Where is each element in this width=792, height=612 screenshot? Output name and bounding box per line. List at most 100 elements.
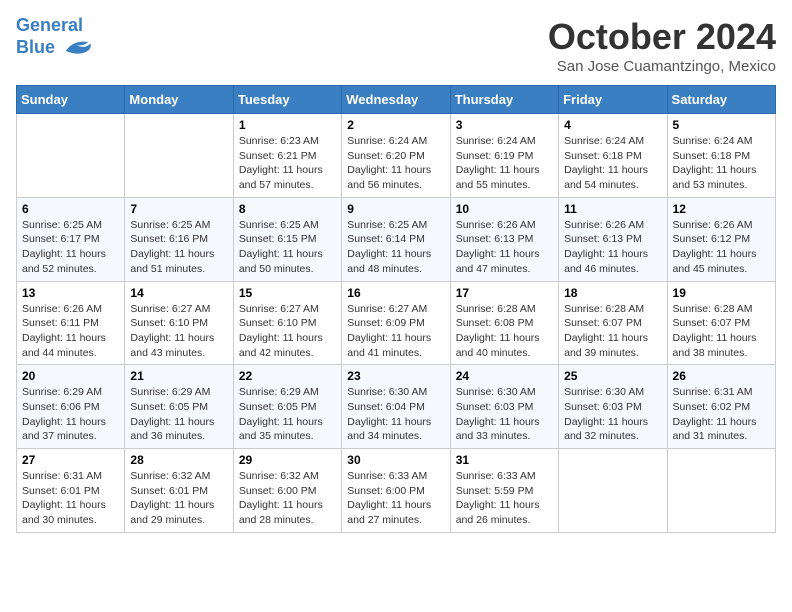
calendar-cell: 1 Sunrise: 6:23 AM Sunset: 6:21 PM Daylig… (233, 114, 341, 198)
day-number: 13 (22, 286, 119, 300)
week-row-1: 1 Sunrise: 6:23 AM Sunset: 6:21 PM Daylig… (17, 114, 776, 198)
calendar-cell: 17 Sunrise: 6:28 AM Sunset: 6:08 PM Dayli… (450, 281, 558, 365)
day-number: 27 (22, 453, 119, 467)
day-number: 31 (456, 453, 553, 467)
calendar-cell: 8 Sunrise: 6:25 AM Sunset: 6:15 PM Daylig… (233, 197, 341, 281)
calendar-cell: 24 Sunrise: 6:30 AM Sunset: 6:03 PM Dayli… (450, 365, 558, 449)
day-info: Sunrise: 6:28 AM Sunset: 6:07 PM Dayligh… (673, 302, 770, 361)
calendar-cell: 25 Sunrise: 6:30 AM Sunset: 6:03 PM Dayli… (559, 365, 667, 449)
header-row: SundayMondayTuesdayWednesdayThursdayFrid… (17, 86, 776, 114)
day-number: 1 (239, 118, 336, 132)
calendar-cell: 11 Sunrise: 6:26 AM Sunset: 6:13 PM Dayli… (559, 197, 667, 281)
day-number: 17 (456, 286, 553, 300)
day-info: Sunrise: 6:23 AM Sunset: 6:21 PM Dayligh… (239, 134, 336, 193)
calendar-cell: 28 Sunrise: 6:32 AM Sunset: 6:01 PM Dayli… (125, 449, 233, 533)
week-row-4: 20Sunrise: 6:29 AM Sunset: 6:06 PM Dayli… (17, 365, 776, 449)
day-number: 20 (22, 369, 119, 383)
logo-bird-icon (62, 36, 92, 60)
calendar-cell: 18Sunrise: 6:28 AM Sunset: 6:07 PM Dayli… (559, 281, 667, 365)
day-info: Sunrise: 6:27 AM Sunset: 6:10 PM Dayligh… (130, 302, 227, 361)
page-header: General Blue October 2024 San Jose Cuama… (16, 16, 776, 75)
day-info: Sunrise: 6:30 AM Sunset: 6:03 PM Dayligh… (564, 385, 661, 444)
day-info: Sunrise: 6:29 AM Sunset: 6:05 PM Dayligh… (130, 385, 227, 444)
day-number: 14 (130, 286, 227, 300)
day-number: 23 (347, 369, 444, 383)
logo: General Blue (16, 16, 92, 60)
calendar-cell: 6 Sunrise: 6:25 AM Sunset: 6:17 PM Daylig… (17, 197, 125, 281)
day-info: Sunrise: 6:26 AM Sunset: 6:13 PM Dayligh… (564, 218, 661, 277)
day-header-friday: Friday (559, 86, 667, 114)
day-number: 16 (347, 286, 444, 300)
day-header-sunday: Sunday (17, 86, 125, 114)
calendar-cell: 21 Sunrise: 6:29 AM Sunset: 6:05 PM Dayli… (125, 365, 233, 449)
day-info: Sunrise: 6:28 AM Sunset: 6:08 PM Dayligh… (456, 302, 553, 361)
calendar-cell (667, 449, 775, 533)
day-info: Sunrise: 6:25 AM Sunset: 6:16 PM Dayligh… (130, 218, 227, 277)
day-number: 5 (673, 118, 770, 132)
day-info: Sunrise: 6:31 AM Sunset: 6:01 PM Dayligh… (22, 469, 119, 528)
day-header-monday: Monday (125, 86, 233, 114)
day-info: Sunrise: 6:31 AM Sunset: 6:02 PM Dayligh… (673, 385, 770, 444)
day-info: Sunrise: 6:32 AM Sunset: 6:01 PM Dayligh… (130, 469, 227, 528)
day-info: Sunrise: 6:25 AM Sunset: 6:14 PM Dayligh… (347, 218, 444, 277)
calendar-cell: 31 Sunrise: 6:33 AM Sunset: 5:59 PM Dayli… (450, 449, 558, 533)
calendar-cell: 10 Sunrise: 6:26 AM Sunset: 6:13 PM Dayli… (450, 197, 558, 281)
day-header-wednesday: Wednesday (342, 86, 450, 114)
day-number: 11 (564, 202, 661, 216)
calendar-cell: 29Sunrise: 6:32 AM Sunset: 6:00 PM Dayli… (233, 449, 341, 533)
week-row-2: 6 Sunrise: 6:25 AM Sunset: 6:17 PM Daylig… (17, 197, 776, 281)
day-info: Sunrise: 6:26 AM Sunset: 6:13 PM Dayligh… (456, 218, 553, 277)
day-number: 8 (239, 202, 336, 216)
calendar-cell: 19Sunrise: 6:28 AM Sunset: 6:07 PM Dayli… (667, 281, 775, 365)
day-info: Sunrise: 6:32 AM Sunset: 6:00 PM Dayligh… (239, 469, 336, 528)
day-info: Sunrise: 6:25 AM Sunset: 6:17 PM Dayligh… (22, 218, 119, 277)
calendar-cell: 27 Sunrise: 6:31 AM Sunset: 6:01 PM Dayli… (17, 449, 125, 533)
calendar-cell: 15Sunrise: 6:27 AM Sunset: 6:10 PM Dayli… (233, 281, 341, 365)
calendar-cell: 13Sunrise: 6:26 AM Sunset: 6:11 PM Dayli… (17, 281, 125, 365)
day-number: 4 (564, 118, 661, 132)
week-row-3: 13Sunrise: 6:26 AM Sunset: 6:11 PM Dayli… (17, 281, 776, 365)
calendar-cell: 20Sunrise: 6:29 AM Sunset: 6:06 PM Dayli… (17, 365, 125, 449)
day-info: Sunrise: 6:33 AM Sunset: 5:59 PM Dayligh… (456, 469, 553, 528)
day-header-saturday: Saturday (667, 86, 775, 114)
day-number: 28 (130, 453, 227, 467)
calendar-cell: 22 Sunrise: 6:29 AM Sunset: 6:05 PM Dayli… (233, 365, 341, 449)
calendar-cell (17, 114, 125, 198)
day-number: 30 (347, 453, 444, 467)
day-info: Sunrise: 6:24 AM Sunset: 6:20 PM Dayligh… (347, 134, 444, 193)
calendar-cell: 16 Sunrise: 6:27 AM Sunset: 6:09 PM Dayli… (342, 281, 450, 365)
day-info: Sunrise: 6:24 AM Sunset: 6:18 PM Dayligh… (673, 134, 770, 193)
day-info: Sunrise: 6:30 AM Sunset: 6:04 PM Dayligh… (347, 385, 444, 444)
calendar-cell: 3 Sunrise: 6:24 AM Sunset: 6:19 PM Daylig… (450, 114, 558, 198)
calendar-cell: 12 Sunrise: 6:26 AM Sunset: 6:12 PM Dayli… (667, 197, 775, 281)
month-title: October 2024 (548, 16, 776, 58)
day-number: 9 (347, 202, 444, 216)
day-info: Sunrise: 6:29 AM Sunset: 6:05 PM Dayligh… (239, 385, 336, 444)
day-number: 21 (130, 369, 227, 383)
calendar-cell: 14 Sunrise: 6:27 AM Sunset: 6:10 PM Dayli… (125, 281, 233, 365)
logo-text2: Blue (16, 36, 92, 60)
day-number: 7 (130, 202, 227, 216)
calendar-cell: 30Sunrise: 6:33 AM Sunset: 6:00 PM Dayli… (342, 449, 450, 533)
calendar-cell: 4Sunrise: 6:24 AM Sunset: 6:18 PM Daylig… (559, 114, 667, 198)
day-info: Sunrise: 6:24 AM Sunset: 6:19 PM Dayligh… (456, 134, 553, 193)
day-info: Sunrise: 6:25 AM Sunset: 6:15 PM Dayligh… (239, 218, 336, 277)
day-number: 26 (673, 369, 770, 383)
day-number: 10 (456, 202, 553, 216)
calendar-cell: 7 Sunrise: 6:25 AM Sunset: 6:16 PM Daylig… (125, 197, 233, 281)
day-info: Sunrise: 6:26 AM Sunset: 6:12 PM Dayligh… (673, 218, 770, 277)
day-number: 3 (456, 118, 553, 132)
day-info: Sunrise: 6:27 AM Sunset: 6:09 PM Dayligh… (347, 302, 444, 361)
day-number: 24 (456, 369, 553, 383)
day-info: Sunrise: 6:30 AM Sunset: 6:03 PM Dayligh… (456, 385, 553, 444)
day-number: 6 (22, 202, 119, 216)
day-number: 25 (564, 369, 661, 383)
day-number: 22 (239, 369, 336, 383)
calendar-cell: 26 Sunrise: 6:31 AM Sunset: 6:02 PM Dayli… (667, 365, 775, 449)
calendar-cell: 23 Sunrise: 6:30 AM Sunset: 6:04 PM Dayli… (342, 365, 450, 449)
location: San Jose Cuamantzingo, Mexico (548, 58, 776, 75)
day-number: 12 (673, 202, 770, 216)
calendar-cell: 5 Sunrise: 6:24 AM Sunset: 6:18 PM Daylig… (667, 114, 775, 198)
day-info: Sunrise: 6:27 AM Sunset: 6:10 PM Dayligh… (239, 302, 336, 361)
calendar-cell: 9 Sunrise: 6:25 AM Sunset: 6:14 PM Daylig… (342, 197, 450, 281)
